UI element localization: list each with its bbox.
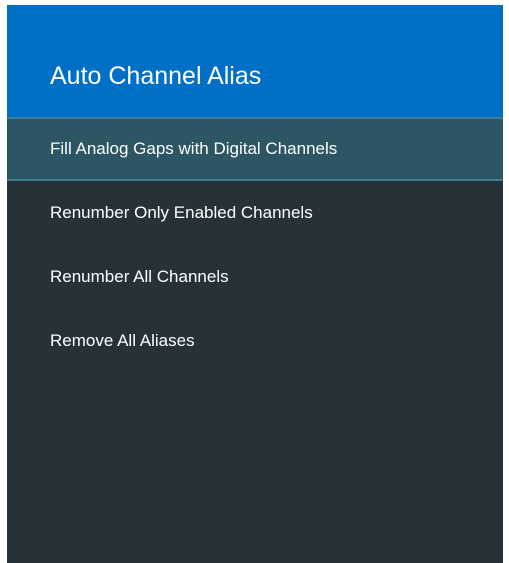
- panel-header: Auto Channel Alias: [7, 5, 503, 117]
- options-menu: Fill Analog Gaps with Digital Channels R…: [7, 117, 503, 373]
- menu-item-label: Renumber Only Enabled Channels: [50, 203, 313, 222]
- menu-item-fill-analog-gaps[interactable]: Fill Analog Gaps with Digital Channels: [7, 117, 503, 181]
- menu-item-label: Remove All Aliases: [50, 331, 195, 350]
- menu-item-remove-aliases[interactable]: Remove All Aliases: [7, 309, 503, 373]
- panel-title: Auto Channel Alias: [50, 62, 262, 90]
- menu-item-label: Renumber All Channels: [50, 267, 229, 286]
- menu-item-label: Fill Analog Gaps with Digital Channels: [50, 139, 338, 158]
- menu-item-renumber-all[interactable]: Renumber All Channels: [7, 245, 503, 309]
- menu-item-renumber-enabled[interactable]: Renumber Only Enabled Channels: [7, 181, 503, 245]
- auto-channel-alias-panel: Auto Channel Alias Fill Analog Gaps with…: [7, 5, 503, 563]
